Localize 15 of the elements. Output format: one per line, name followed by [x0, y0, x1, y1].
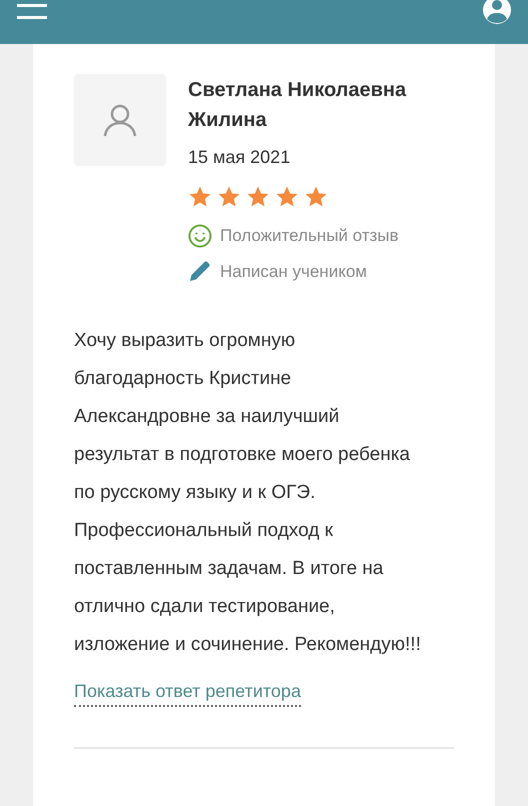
star-icon — [188, 185, 212, 209]
show-reply-link[interactable]: Показать ответ репетитора — [74, 678, 301, 707]
author-name: Светлана Николаевна Жилина — [188, 78, 408, 133]
pencil-icon — [188, 259, 212, 284]
person-icon — [103, 103, 137, 137]
star-icon — [304, 185, 328, 209]
review-tag: Положительный отзыв — [220, 223, 399, 248]
star-icon — [217, 185, 241, 209]
review-date: 15 мая 2021 — [188, 146, 292, 169]
smiley-icon — [188, 224, 212, 248]
user-icon[interactable] — [482, 0, 512, 25]
star-icon — [275, 185, 299, 209]
review-text: Хочу выразить огромную благодарность Кристине Александровне за наилучший результат в подготовке моего ребенка по русскому языку и к ОГЭ. Профессиональный подход к поставленным задачам. В итоге на отлично сдали тестирование, изложение и сочинение. Рекомендую!!! — [74, 329, 422, 657]
star-icon — [246, 185, 270, 209]
review-tag: Написан учеником — [220, 258, 367, 284]
